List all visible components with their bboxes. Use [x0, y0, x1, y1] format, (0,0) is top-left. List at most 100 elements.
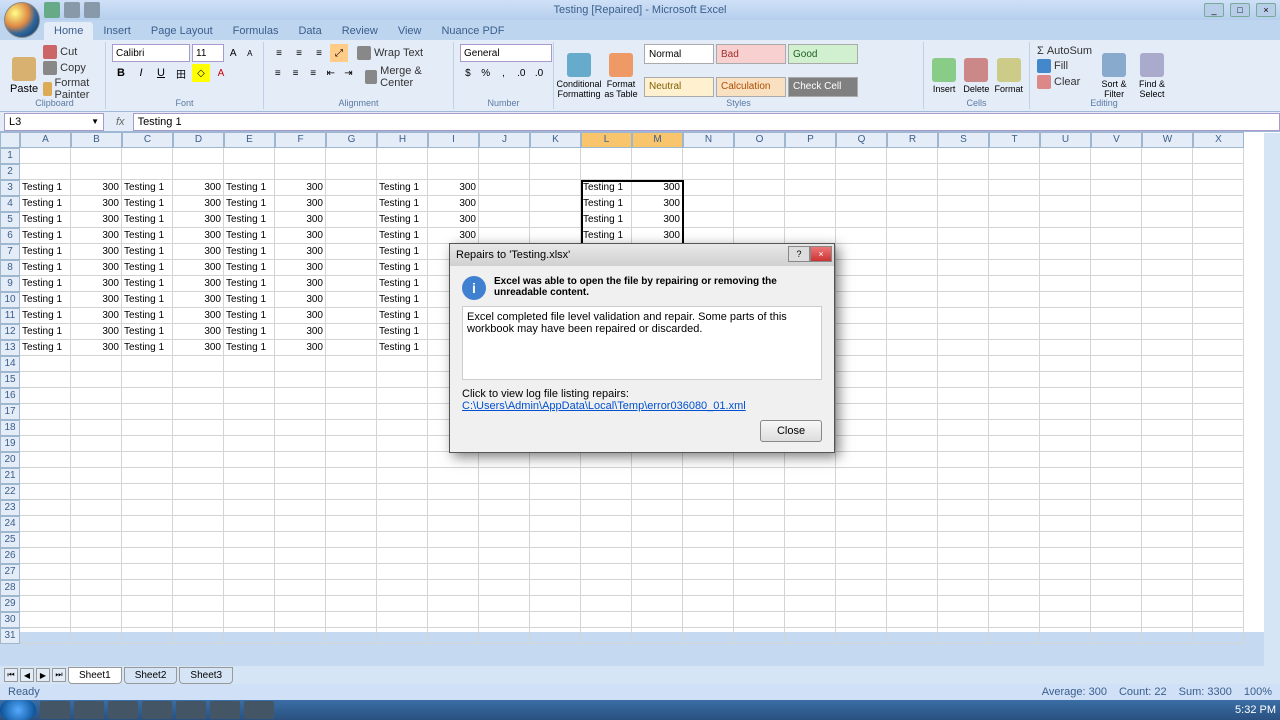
cell-S10[interactable] [938, 292, 989, 308]
cell-J28[interactable] [479, 580, 530, 596]
cell-Q5[interactable] [836, 212, 887, 228]
cell-C31[interactable] [122, 628, 173, 644]
cell-U16[interactable] [1040, 388, 1091, 404]
select-all-corner[interactable] [0, 132, 20, 148]
cell-F5[interactable]: 300 [275, 212, 326, 228]
cell-I25[interactable] [428, 532, 479, 548]
cell-W6[interactable] [1142, 228, 1193, 244]
cell-M21[interactable] [632, 468, 683, 484]
cell-A12[interactable]: Testing 1 [20, 324, 71, 340]
cell-M27[interactable] [632, 564, 683, 580]
cell-R5[interactable] [887, 212, 938, 228]
row-header-7[interactable]: 7 [0, 244, 20, 260]
cell-Q19[interactable] [836, 436, 887, 452]
cell-E15[interactable] [224, 372, 275, 388]
cell-N26[interactable] [683, 548, 734, 564]
cell-Q14[interactable] [836, 356, 887, 372]
cell-L27[interactable] [581, 564, 632, 580]
cell-D23[interactable] [173, 500, 224, 516]
cell-W19[interactable] [1142, 436, 1193, 452]
cell-T11[interactable] [989, 308, 1040, 324]
cell-K1[interactable] [530, 148, 581, 164]
cell-X21[interactable] [1193, 468, 1244, 484]
cell-L21[interactable] [581, 468, 632, 484]
cell-E7[interactable]: Testing 1 [224, 244, 275, 260]
cell-J30[interactable] [479, 612, 530, 628]
column-header-H[interactable]: H [377, 132, 428, 148]
cell-P22[interactable] [785, 484, 836, 500]
cell-A10[interactable]: Testing 1 [20, 292, 71, 308]
cell-X4[interactable] [1193, 196, 1244, 212]
cell-W7[interactable] [1142, 244, 1193, 260]
cell-R1[interactable] [887, 148, 938, 164]
cell-B9[interactable]: 300 [71, 276, 122, 292]
cell-W12[interactable] [1142, 324, 1193, 340]
cell-M25[interactable] [632, 532, 683, 548]
cell-F2[interactable] [275, 164, 326, 180]
cell-U17[interactable] [1040, 404, 1091, 420]
name-box[interactable]: L3▼ [4, 113, 104, 131]
cell-O22[interactable] [734, 484, 785, 500]
cell-O31[interactable] [734, 628, 785, 644]
cell-K5[interactable] [530, 212, 581, 228]
cell-E10[interactable]: Testing 1 [224, 292, 275, 308]
row-header-19[interactable]: 19 [0, 436, 20, 452]
tab-view[interactable]: View [388, 22, 432, 40]
cell-Q12[interactable] [836, 324, 887, 340]
cell-T31[interactable] [989, 628, 1040, 644]
cell-G12[interactable] [326, 324, 377, 340]
cell-H3[interactable]: Testing 1 [377, 180, 428, 196]
cell-Q7[interactable] [836, 244, 887, 260]
cell-E26[interactable] [224, 548, 275, 564]
cell-R27[interactable] [887, 564, 938, 580]
cell-H7[interactable]: Testing 1 [377, 244, 428, 260]
cell-P5[interactable] [785, 212, 836, 228]
cell-H1[interactable] [377, 148, 428, 164]
cell-L28[interactable] [581, 580, 632, 596]
cell-S19[interactable] [938, 436, 989, 452]
cell-B22[interactable] [71, 484, 122, 500]
cell-O28[interactable] [734, 580, 785, 596]
cell-R30[interactable] [887, 612, 938, 628]
cell-S17[interactable] [938, 404, 989, 420]
cell-S8[interactable] [938, 260, 989, 276]
cell-K21[interactable] [530, 468, 581, 484]
cell-W13[interactable] [1142, 340, 1193, 356]
row-header-3[interactable]: 3 [0, 180, 20, 196]
cell-W21[interactable] [1142, 468, 1193, 484]
cell-B7[interactable]: 300 [71, 244, 122, 260]
cell-U29[interactable] [1040, 596, 1091, 612]
align-left-button[interactable]: ≡ [270, 64, 286, 82]
cell-V27[interactable] [1091, 564, 1142, 580]
cell-M23[interactable] [632, 500, 683, 516]
cell-F7[interactable]: 300 [275, 244, 326, 260]
column-header-C[interactable]: C [122, 132, 173, 148]
cell-R23[interactable] [887, 500, 938, 516]
cell-L20[interactable] [581, 452, 632, 468]
cell-J29[interactable] [479, 596, 530, 612]
font-size-select[interactable] [192, 44, 224, 62]
cell-U14[interactable] [1040, 356, 1091, 372]
cell-Q9[interactable] [836, 276, 887, 292]
cell-A11[interactable]: Testing 1 [20, 308, 71, 324]
cell-T30[interactable] [989, 612, 1040, 628]
cell-F3[interactable]: 300 [275, 180, 326, 196]
cell-S5[interactable] [938, 212, 989, 228]
cell-L6[interactable]: Testing 1 [581, 228, 632, 244]
cell-I27[interactable] [428, 564, 479, 580]
cell-Q28[interactable] [836, 580, 887, 596]
cell-D24[interactable] [173, 516, 224, 532]
cell-R28[interactable] [887, 580, 938, 596]
cell-O2[interactable] [734, 164, 785, 180]
cell-N2[interactable] [683, 164, 734, 180]
cell-A15[interactable] [20, 372, 71, 388]
style-neutral[interactable]: Neutral [644, 77, 714, 97]
cell-K25[interactable] [530, 532, 581, 548]
column-header-P[interactable]: P [785, 132, 836, 148]
cell-I23[interactable] [428, 500, 479, 516]
cell-O21[interactable] [734, 468, 785, 484]
cell-I6[interactable]: 300 [428, 228, 479, 244]
increase-decimal-button[interactable]: .0 [513, 64, 529, 82]
cell-P2[interactable] [785, 164, 836, 180]
cell-K24[interactable] [530, 516, 581, 532]
